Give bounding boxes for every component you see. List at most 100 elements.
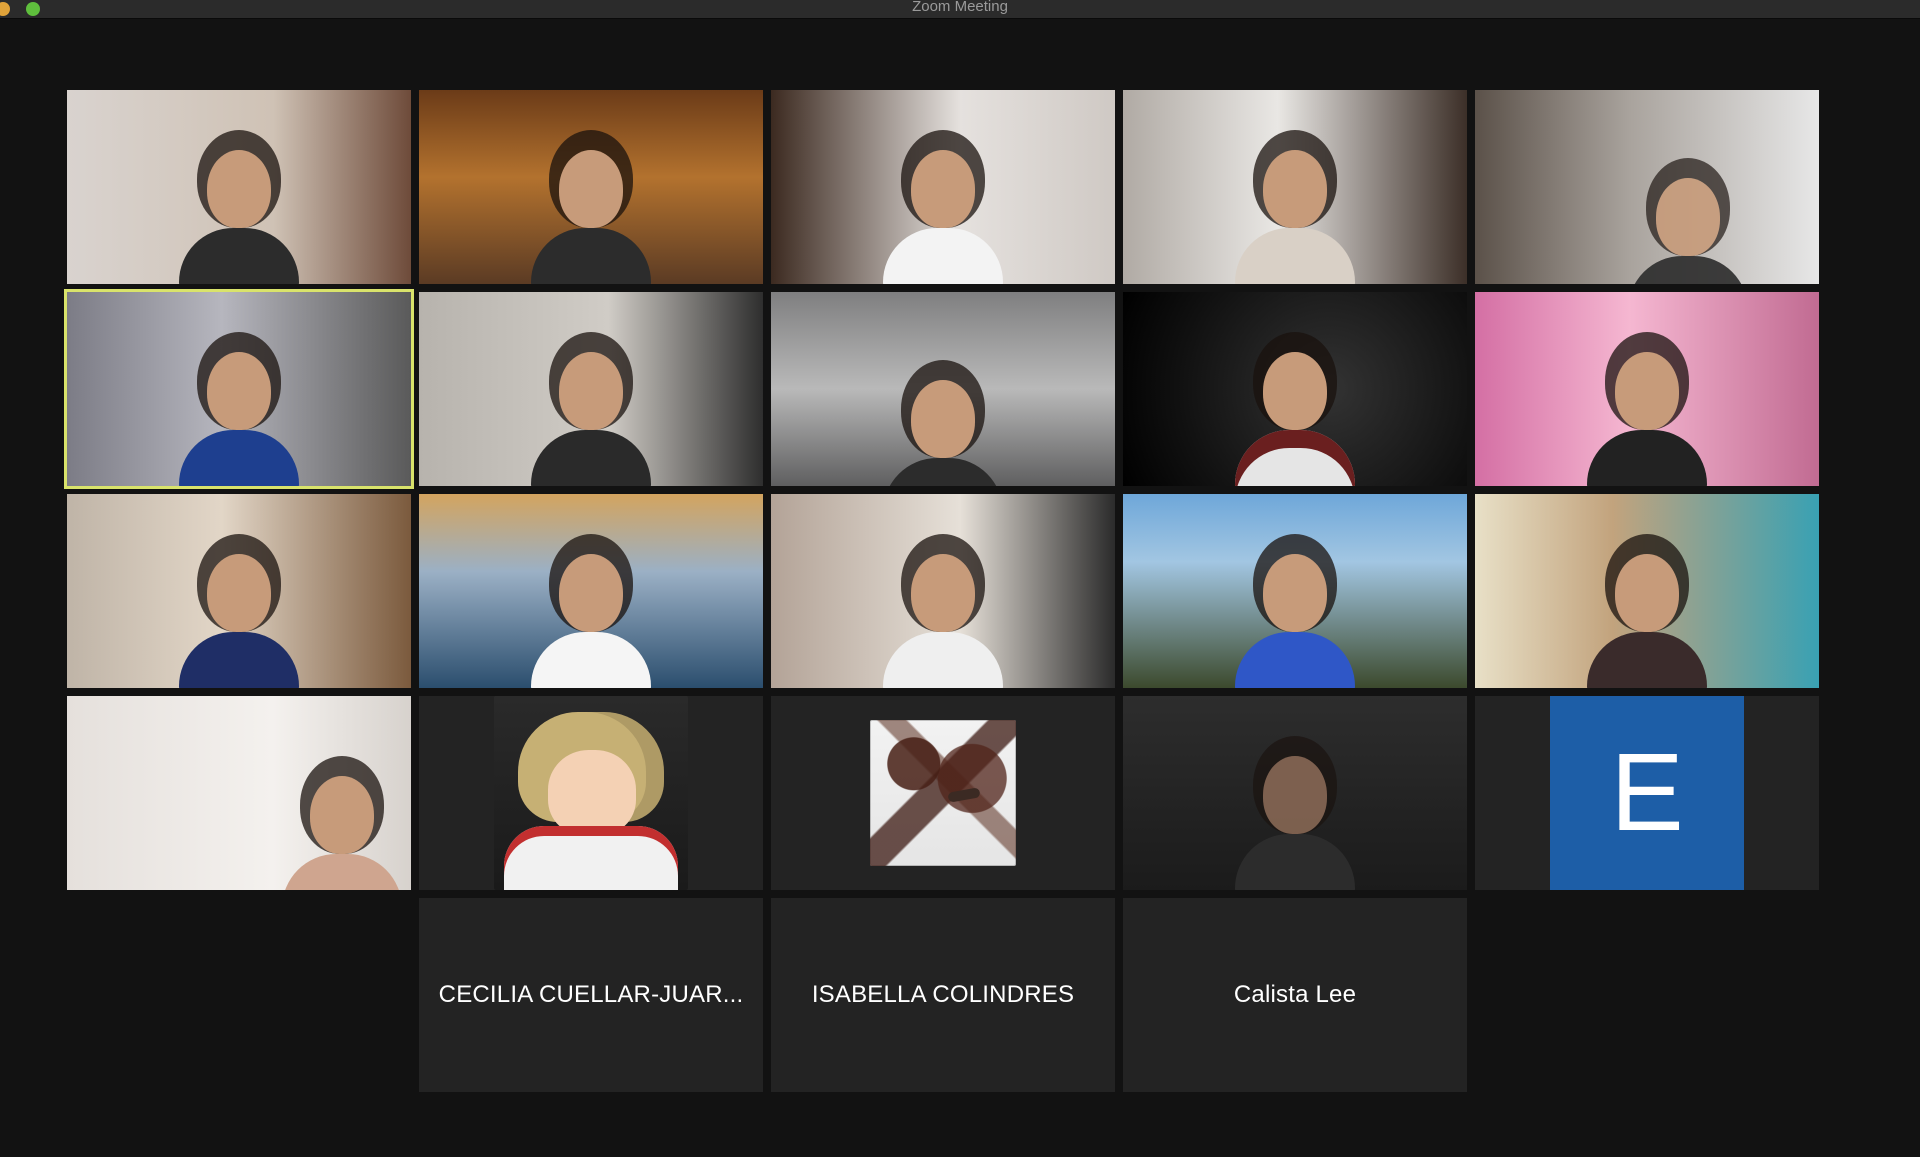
participant-silhouette: [1587, 544, 1707, 688]
profile-picture: [494, 696, 688, 890]
participant-tile[interactable]: [1475, 494, 1819, 688]
avatar-face: [548, 750, 636, 836]
participant-tile-letter[interactable]: E: [1475, 696, 1819, 890]
participant-silhouette: [1235, 342, 1355, 486]
participant-name-tile[interactable]: Calista Lee: [1123, 898, 1467, 1092]
participant-silhouette: [282, 766, 403, 890]
participant-video: [1475, 90, 1819, 284]
participant-body: [531, 430, 651, 486]
participant-face: [1615, 352, 1679, 430]
participant-face: [1263, 352, 1327, 430]
participant-video: [771, 90, 1115, 284]
avatar-artwork: [870, 720, 1016, 866]
participant-body: [1235, 228, 1355, 284]
participant-silhouette: [179, 342, 299, 486]
participant-face: [207, 554, 271, 632]
participant-tile[interactable]: [419, 494, 763, 688]
participant-silhouette: [531, 342, 651, 486]
participant-tile-active-speaker[interactable]: [64, 289, 414, 489]
participant-tile[interactable]: [771, 90, 1115, 284]
participant-name: CECILIA CUELLAR-JUAR...: [438, 981, 744, 1008]
participant-silhouette: [179, 544, 299, 688]
participant-face: [559, 554, 623, 632]
participant-tile[interactable]: [1123, 292, 1467, 486]
participant-body: [1587, 632, 1707, 688]
participant-body: [179, 430, 299, 486]
participant-tile[interactable]: [771, 494, 1115, 688]
participant-video: [1475, 494, 1819, 688]
participant-silhouette: [883, 140, 1003, 284]
participant-tile[interactable]: [1123, 90, 1467, 284]
participant-body: [531, 228, 651, 284]
participant-name: Calista Lee: [1233, 981, 1357, 1008]
participant-body: [883, 632, 1003, 688]
participant-face: [911, 554, 975, 632]
avatar-tile: E: [1475, 696, 1819, 890]
participant-tile-avatar[interactable]: [771, 696, 1115, 890]
participant-face: [1263, 150, 1327, 228]
participant-silhouette: [179, 140, 299, 284]
participant-tile-avatar[interactable]: [419, 696, 763, 890]
participant-tile[interactable]: [67, 494, 411, 688]
participant-body: [1628, 256, 1749, 284]
video-grid: E CECILIA CUELLAR-JUAR... ISABELLA COLIN…: [0, 0, 1920, 1157]
participant-silhouette: [1628, 168, 1749, 284]
participant-face: [1656, 178, 1721, 256]
participant-silhouette: [883, 544, 1003, 688]
participant-video: [1123, 292, 1467, 486]
participant-face: [207, 352, 271, 430]
participant-silhouette: [1235, 140, 1355, 284]
participant-body: [1587, 430, 1707, 486]
participant-video: [1123, 90, 1467, 284]
participant-body: [1235, 834, 1355, 890]
profile-picture: [870, 720, 1016, 866]
participant-tile[interactable]: [1123, 696, 1467, 890]
participant-tile[interactable]: [1475, 292, 1819, 486]
participant-video: [771, 494, 1115, 688]
avatar-shirt: [504, 826, 678, 890]
participant-face: [559, 352, 623, 430]
participant-video: [1123, 696, 1467, 890]
participant-video: [67, 696, 411, 890]
participant-tile[interactable]: [771, 292, 1115, 486]
participant-face: [1263, 756, 1327, 834]
participant-face: [1615, 554, 1679, 632]
participant-face: [207, 150, 271, 228]
participant-tile[interactable]: [67, 696, 411, 890]
participant-video: [771, 292, 1115, 486]
participant-face: [559, 150, 623, 228]
participant-tile[interactable]: [1475, 90, 1819, 284]
participant-video: [67, 292, 411, 486]
participant-tile[interactable]: [1123, 494, 1467, 688]
participant-video: [1123, 494, 1467, 688]
participant-video: [67, 494, 411, 688]
participant-silhouette: [1235, 544, 1355, 688]
participant-body: [1235, 632, 1355, 688]
participant-name: ISABELLA COLINDRES: [811, 981, 1075, 1008]
participant-tile[interactable]: [67, 90, 411, 284]
participant-body: [531, 632, 651, 688]
participant-name-tile[interactable]: CECILIA CUELLAR-JUAR...: [419, 898, 763, 1092]
letter-avatar: E: [1550, 696, 1744, 890]
participant-silhouette: [883, 370, 1003, 486]
participant-name-tile[interactable]: ISABELLA COLINDRES: [771, 898, 1115, 1092]
participant-face: [911, 150, 975, 228]
participant-body: [282, 854, 403, 890]
participant-video: [1475, 292, 1819, 486]
participant-body: [179, 228, 299, 284]
participant-face: [310, 776, 375, 854]
zoom-window: Zoom Meeting E CECILIA CUELLAR-JUAR... I…: [0, 0, 1920, 1157]
participant-tile[interactable]: [419, 292, 763, 486]
participant-body: [883, 228, 1003, 284]
participant-video: [67, 90, 411, 284]
participant-face: [1263, 554, 1327, 632]
participant-video: [419, 90, 763, 284]
participant-tile[interactable]: [419, 90, 763, 284]
avatar-tile: [771, 696, 1115, 890]
participant-body: [179, 632, 299, 688]
avatar-tile: [419, 696, 763, 890]
participant-silhouette: [531, 140, 651, 284]
participant-silhouette: [1587, 342, 1707, 486]
participant-body: [1235, 430, 1355, 486]
participant-video: [419, 494, 763, 688]
